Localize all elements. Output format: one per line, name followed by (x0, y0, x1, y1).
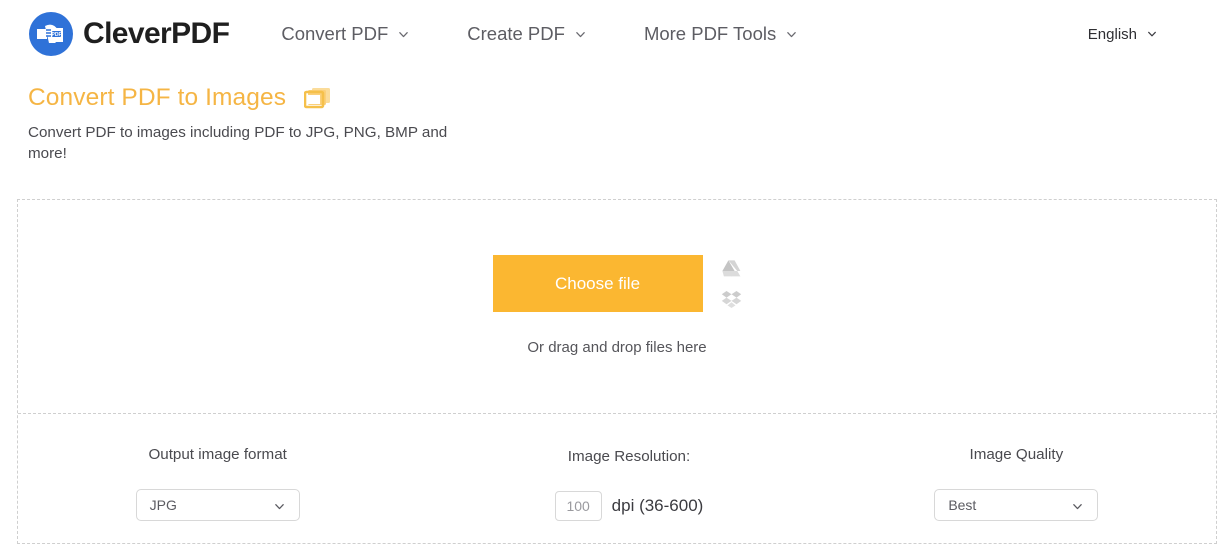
page-title: Convert PDF to Images (28, 84, 286, 112)
svg-text:PDF: PDF (52, 32, 62, 38)
upload-panel: Choose file (17, 199, 1217, 544)
page-description: Convert PDF to images including PDF to J… (28, 122, 460, 164)
conversion-options: Output image format JPG Image Resolution… (18, 414, 1216, 542)
upload-actions: Choose file (18, 255, 1216, 312)
image-quality-select[interactable]: Best (934, 489, 1098, 521)
option-image-resolution: Image Resolution: dpi (36-600) (429, 446, 828, 521)
nav-item-label: More PDF Tools (644, 23, 776, 45)
dpi-range-text: dpi (36-600) (612, 496, 704, 516)
cleverpdf-logo-icon: PDF (28, 11, 74, 57)
output-format-value: JPG (137, 497, 177, 513)
image-quality-value: Best (935, 497, 976, 513)
brand-name: CleverPDF (83, 17, 229, 51)
brand-logo-link[interactable]: PDF CleverPDF (28, 11, 229, 57)
chevron-down-icon (786, 29, 797, 40)
cloud-source-list (721, 255, 742, 312)
output-format-select[interactable]: JPG (136, 489, 300, 521)
page-title-row: Convert PDF to Images (28, 84, 1227, 112)
dpi-input[interactable] (555, 491, 602, 521)
page-header: Convert PDF to Images Convert PDF to ima… (0, 68, 1227, 164)
output-format-label: Output image format (148, 446, 286, 463)
image-resolution-label: Image Resolution: (568, 448, 690, 465)
chevron-down-icon (274, 501, 285, 512)
choose-file-button[interactable]: Choose file (493, 255, 703, 312)
image-quality-label: Image Quality (969, 446, 1063, 463)
drag-drop-hint: Or drag and drop files here (18, 339, 1216, 356)
option-output-format: Output image format JPG (18, 446, 417, 521)
option-image-quality: Image Quality Best (817, 446, 1216, 521)
language-label: English (1088, 26, 1137, 43)
nav-item-convert-pdf[interactable]: Convert PDF (281, 17, 409, 51)
image-quality-control: Best (934, 489, 1098, 521)
dpi-row: dpi (36-600) (555, 491, 704, 521)
stacked-images-icon (304, 86, 332, 110)
chevron-down-icon (575, 29, 586, 40)
chevron-down-icon (1147, 29, 1157, 39)
file-dropzone[interactable]: Choose file (18, 200, 1216, 414)
google-drive-icon[interactable] (721, 258, 742, 279)
chevron-down-icon (1072, 501, 1083, 512)
output-format-control: JPG (136, 489, 300, 521)
image-resolution-control: dpi (36-600) (555, 491, 704, 521)
main-nav: Convert PDF Create PDF More PDF Tools (281, 17, 797, 51)
nav-item-create-pdf[interactable]: Create PDF (467, 17, 586, 51)
site-header: PDF CleverPDF Convert PDF Create PDF Mor… (0, 0, 1227, 68)
nav-item-more-pdf-tools[interactable]: More PDF Tools (644, 17, 797, 51)
nav-item-label: Create PDF (467, 23, 565, 45)
nav-item-label: Convert PDF (281, 23, 388, 45)
chevron-down-icon (398, 29, 409, 40)
language-selector[interactable]: English (1088, 26, 1209, 43)
dropbox-icon[interactable] (721, 288, 742, 309)
